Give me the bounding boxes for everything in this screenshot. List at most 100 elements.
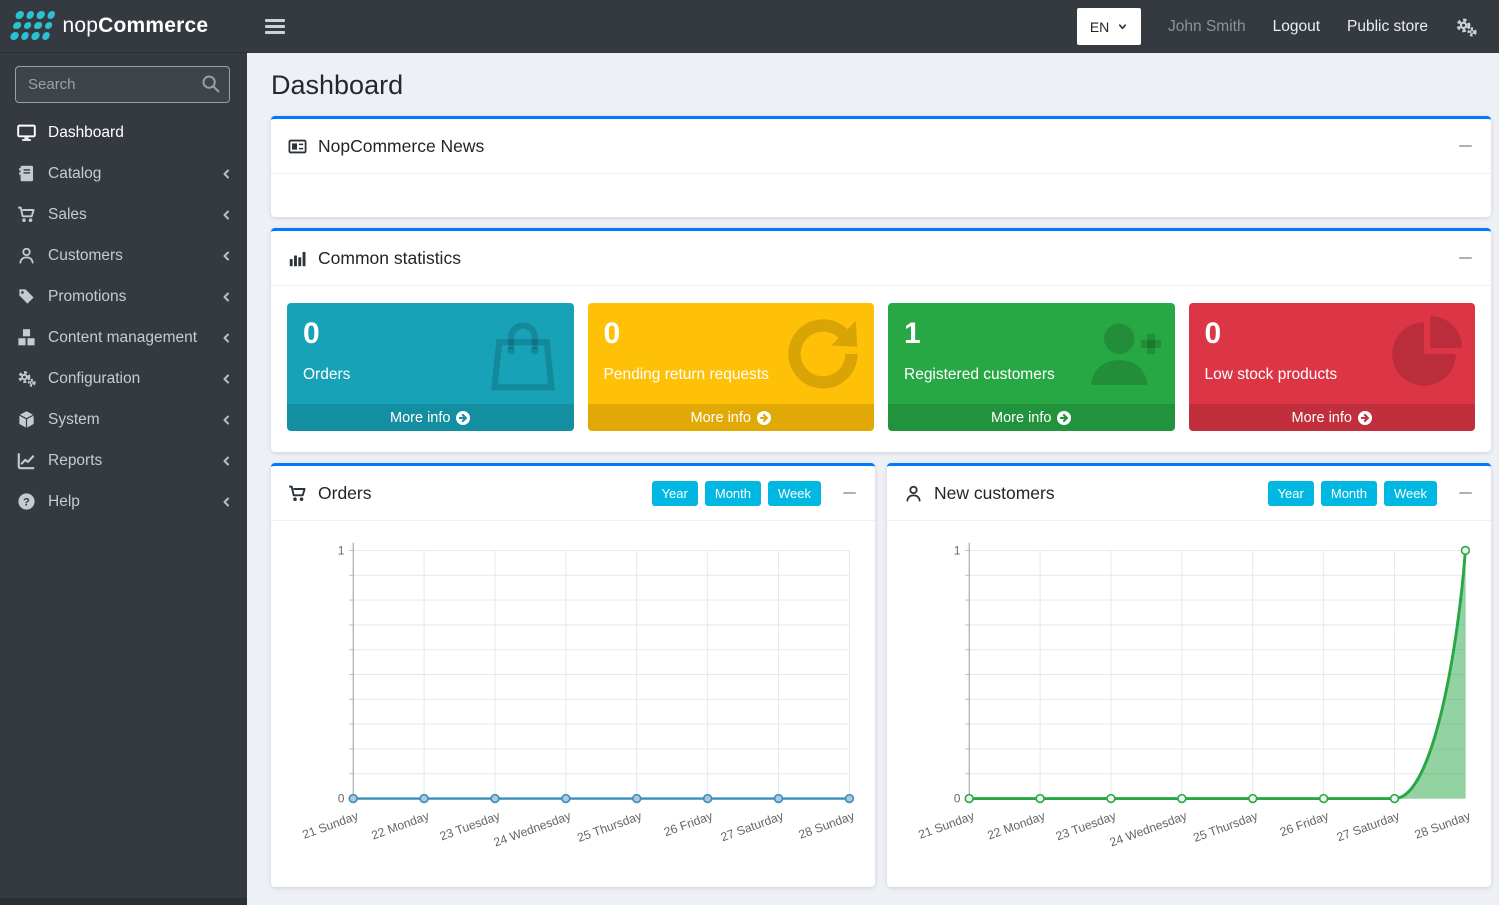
sidebar-item-label: Help	[48, 493, 80, 511]
sidebar-item-label: Catalog	[48, 165, 101, 183]
week-button[interactable]: Week	[1384, 481, 1437, 506]
question-circle-icon: ?	[17, 492, 36, 511]
cart-icon	[17, 205, 36, 224]
sidebar-item-label: Sales	[48, 206, 87, 224]
collapse-icon[interactable]	[1455, 250, 1476, 267]
app-logo-text: nopCommerce	[63, 14, 209, 38]
stats-panel-title: Common statistics	[318, 248, 461, 269]
collapse-icon[interactable]	[1455, 485, 1476, 502]
svg-text:28 Sunday: 28 Sunday	[797, 808, 857, 841]
search-input[interactable]	[15, 66, 230, 103]
search-box	[15, 66, 230, 103]
svg-text:21 Sunday: 21 Sunday	[917, 808, 977, 841]
svg-text:25 Thursday: 25 Thursday	[1191, 808, 1260, 845]
sidebar-item-dashboard[interactable]: Dashboard	[0, 112, 247, 153]
nopcommerce-logo-icon	[9, 11, 57, 41]
logout-link[interactable]: Logout	[1273, 18, 1320, 36]
more-info-link[interactable]: More info	[888, 404, 1175, 431]
orders-panel: Orders Year Month Week 0121 Sunday22 Monda…	[271, 463, 875, 887]
sidebar-item-sales[interactable]: Sales	[0, 194, 247, 235]
chevron-left-icon	[220, 250, 232, 262]
sidebar-item-system[interactable]: System	[0, 399, 247, 440]
chevron-left-icon	[220, 168, 232, 180]
stat-value: 0	[303, 316, 558, 352]
sidebar-item-label: Reports	[48, 452, 102, 470]
public-store-link[interactable]: Public store	[1347, 18, 1428, 36]
stat-card-content: 0Pending return requests	[588, 303, 875, 404]
month-button[interactable]: Month	[1321, 481, 1377, 506]
stat-card-content: 0Orders	[287, 303, 574, 404]
svg-text:27 Saturday: 27 Saturday	[719, 808, 786, 844]
stat-card-registered-customers: 1Registered customersMore info	[888, 303, 1175, 431]
sidebar-item-label: Configuration	[48, 370, 140, 388]
chevron-left-icon	[220, 455, 232, 467]
more-info-label: More info	[1292, 410, 1352, 426]
sidebar-item-customers[interactable]: Customers	[0, 235, 247, 276]
sidebar-item-configuration[interactable]: Configuration	[0, 358, 247, 399]
language-select-value: EN	[1090, 19, 1109, 35]
stat-card-orders: 0Orders More info	[287, 303, 574, 431]
new-customers-panel: New customers Year Month Week 0121 Sunday2…	[887, 463, 1491, 887]
collapse-icon[interactable]	[1455, 138, 1476, 155]
orders-range-buttons: Year Month Week	[652, 481, 821, 506]
arrow-circle-right-icon	[757, 411, 771, 425]
year-button[interactable]: Year	[1268, 481, 1314, 506]
arrow-circle-right-icon	[1358, 411, 1372, 425]
sidebar-menu: Dashboard Catalog Sales Customers Promotions…	[0, 112, 247, 522]
svg-text:0: 0	[954, 792, 961, 805]
svg-text:21 Sunday: 21 Sunday	[301, 808, 361, 841]
svg-text:26 Friday: 26 Friday	[662, 808, 715, 839]
news-panel: NopCommerce News	[271, 116, 1491, 217]
sidebar-item-promotions[interactable]: Promotions	[0, 276, 247, 317]
arrow-circle-right-icon	[456, 411, 470, 425]
stat-card-content: 1Registered customers	[888, 303, 1175, 404]
sidebar-toggle-button[interactable]	[265, 15, 285, 38]
orders-panel-title: Orders	[318, 483, 371, 504]
more-info-label: More info	[691, 410, 751, 426]
sidebar-item-content-management[interactable]: Content management	[0, 317, 247, 358]
svg-text:28 Sunday: 28 Sunday	[1413, 808, 1473, 841]
week-button[interactable]: Week	[768, 481, 821, 506]
news-panel-body	[271, 173, 1491, 217]
topbar-right: EN John Smith Logout Public store	[1077, 8, 1477, 45]
user-icon	[904, 484, 923, 503]
sidebar-item-label: System	[48, 411, 100, 429]
sidebar-item-label: Promotions	[48, 288, 126, 306]
month-button[interactable]: Month	[705, 481, 761, 506]
cubes-icon	[17, 328, 36, 347]
monitor-icon	[17, 123, 36, 142]
chevron-left-icon	[220, 496, 232, 508]
chevron-left-icon	[220, 291, 232, 303]
more-info-link[interactable]: More info	[1189, 404, 1476, 431]
svg-text:25 Thursday: 25 Thursday	[575, 808, 644, 845]
main-content: Dashboard NopCommerce News Common statis…	[247, 0, 1499, 887]
more-info-link[interactable]: More info	[588, 404, 875, 431]
sidebar: nopCommerce Dashboard Catalog Sales Custome…	[0, 0, 247, 905]
sidebar-item-catalog[interactable]: Catalog	[0, 153, 247, 194]
bar-chart-icon	[288, 249, 307, 268]
new-customers-panel-title: New customers	[934, 483, 1055, 504]
stat-label: Registered customers	[904, 366, 1159, 384]
app-logo[interactable]: nopCommerce	[0, 0, 247, 53]
sidebar-item-reports[interactable]: Reports	[0, 440, 247, 481]
stats-panel-body: 0OrdersMore info0Pending return requests…	[271, 285, 1491, 452]
more-info-link[interactable]: More info	[287, 404, 574, 431]
stat-label: Low stock products	[1205, 366, 1460, 384]
year-button[interactable]: Year	[652, 481, 698, 506]
newspaper-icon	[288, 137, 307, 156]
orders-chart-body: 0121 Sunday22 Monday23 Tuesday24 Wednesd…	[271, 520, 875, 855]
orders-panel-header: Orders Year Month Week	[271, 466, 875, 520]
svg-text:27 Saturday: 27 Saturday	[1335, 808, 1402, 844]
new-customers-panel-header: New customers Year Month Week	[887, 466, 1491, 520]
language-select[interactable]: EN	[1077, 8, 1141, 45]
sidebar-item-help[interactable]: ? Help	[0, 481, 247, 522]
svg-text:0: 0	[338, 792, 345, 805]
stat-card-low-stock-products: 0Low stock productsMore info	[1189, 303, 1476, 431]
stat-card-pending-return-requests: 0Pending return requests More info	[588, 303, 875, 431]
more-info-label: More info	[390, 410, 450, 426]
news-panel-header: NopCommerce News	[271, 119, 1491, 173]
collapse-icon[interactable]	[839, 485, 860, 502]
new-customers-chart: 0121 Sunday22 Monday23 Tuesday24 Wednesd…	[893, 527, 1483, 855]
svg-text:?: ?	[23, 496, 30, 508]
settings-gears-icon[interactable]	[1455, 16, 1477, 38]
